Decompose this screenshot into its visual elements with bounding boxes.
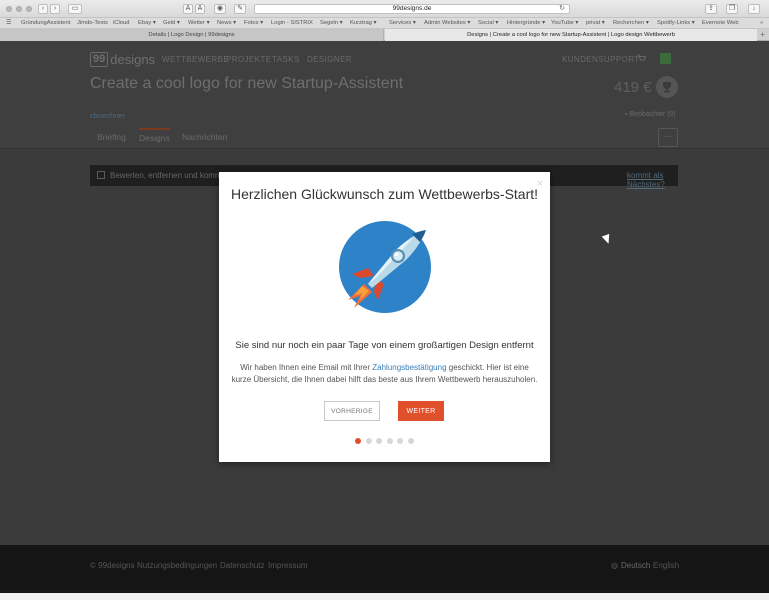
previous-button[interactable]: VORHERIGE	[324, 401, 380, 421]
tab-designs[interactable]: Designs	[139, 128, 170, 143]
next-button[interactable]: WEITER	[398, 401, 444, 421]
close-window-button[interactable]	[6, 6, 12, 12]
site-footer: © 99designs Nutzungsbedingungen Datensch…	[0, 545, 769, 593]
bookmark-item[interactable]: YouTube ▾	[551, 19, 578, 28]
browser-tab-active[interactable]: Designs | Create a cool logo for new Sta…	[385, 29, 757, 41]
site-logo[interactable]: 99 designs	[90, 51, 155, 67]
bookmark-item[interactable]: Admin Websites ▾	[424, 19, 470, 28]
window-bottom-edge	[0, 593, 769, 600]
nav-designer[interactable]: DESIGNER	[307, 55, 352, 64]
tab-briefing[interactable]: Briefing	[97, 132, 126, 142]
banner-link[interactable]: kommt als Nächstes?	[627, 171, 678, 189]
bookmarks-bar: ☰ GründungAssistent Jimdo-Tests iCloud E…	[0, 18, 769, 29]
address-bar[interactable]: 99designs.de ↻	[254, 4, 570, 14]
logo-wordmark: designs	[110, 51, 156, 67]
zoom-window-button[interactable]	[26, 6, 32, 12]
bookmark-item[interactable]: Evernote Web	[702, 19, 739, 28]
pagination-dot[interactable]	[365, 438, 372, 444]
footer-link-nutzungsbedingungen[interactable]: Nutzungsbedingungen	[137, 561, 217, 570]
language-deutsch[interactable]: Deutsch	[621, 561, 650, 570]
pagination-dot[interactable]	[386, 438, 393, 444]
text-larger-icon[interactable]: A	[195, 4, 205, 14]
bookmark-item[interactable]: Services ▾	[389, 19, 416, 28]
bookmark-item[interactable]: Kurztrag ▾	[350, 19, 376, 28]
rocket-icon	[339, 221, 431, 313]
new-tab-icon[interactable]: +	[760, 29, 765, 41]
logo-mark: 99	[90, 51, 109, 67]
nav-wettbewerbe[interactable]: WETTBEWERBE	[162, 55, 229, 64]
banner-text: Bewerten, entfernen und komm	[110, 171, 222, 180]
bookmark-item[interactable]: Hintergründe ▾	[507, 19, 545, 28]
contest-tabs: Briefing Designs Nachrichten	[0, 127, 769, 149]
reload-icon[interactable]: ↻	[559, 5, 565, 13]
page-title: Create a cool logo for new Startup-Assis…	[90, 75, 404, 92]
bookmark-item[interactable]: GründungAssistent	[21, 19, 70, 28]
reader-icon[interactable]: ◉	[214, 4, 226, 14]
browser-toolbar: ‹ › ▭ A A ◉ ✎ 99designs.de ↻ ⇪ ❐ ↓	[0, 0, 769, 18]
nav-tasks[interactable]: TASKS	[272, 55, 300, 64]
pagination-dot[interactable]	[376, 438, 382, 444]
payment-confirmation-link[interactable]: Zahlungsbestätigung	[372, 363, 446, 372]
browser-chrome: ‹ › ▭ A A ◉ ✎ 99designs.de ↻ ⇪ ❐ ↓ ☰ Grü…	[0, 0, 769, 41]
contest-price: 419 €	[614, 79, 652, 96]
globe-icon: ◍	[611, 561, 618, 570]
bookmark-item[interactable]: Jimdo-Tests	[77, 19, 108, 28]
briefcase-icon: ▪	[625, 111, 628, 118]
bookmark-item[interactable]: Spotify-Links ▾	[657, 19, 695, 28]
share-icon[interactable]: ⇪	[705, 4, 717, 14]
more-options-button[interactable]: ···	[658, 128, 678, 147]
site-header: 99 designs WETTBEWERBE PROJEKTE TASKS DE…	[0, 41, 769, 149]
browser-tabs: Details | Logo Design | 99designs Design…	[0, 29, 769, 41]
footer-copyright: © 99designs	[90, 561, 135, 570]
pagination-dot[interactable]	[355, 438, 361, 444]
bookmark-item[interactable]: News ▾	[217, 19, 236, 28]
bookmark-item[interactable]: privat ▾	[586, 19, 605, 28]
back-icon[interactable]: ‹	[38, 4, 48, 14]
bookmarks-overflow-icon[interactable]: »	[760, 19, 763, 28]
browser-tab[interactable]: Details | Logo Design | 99designs	[0, 29, 384, 41]
bookmark-item[interactable]: Recherchen ▾	[613, 19, 649, 28]
forward-icon[interactable]: ›	[50, 4, 60, 14]
modal-body-text: Wir haben Ihnen eine Email mit Ihrer	[240, 363, 373, 372]
language-english[interactable]: English	[653, 561, 679, 570]
modal-body: Wir haben Ihnen eine Email mit Ihrer Zah…	[231, 362, 538, 386]
pagination-dot[interactable]	[407, 438, 414, 444]
nav-projekte[interactable]: PROJEKTE	[226, 55, 271, 64]
bookmark-item[interactable]: iCloud	[113, 19, 129, 28]
bookmark-item[interactable]: Fotos ▾	[244, 19, 263, 28]
bookmark-item[interactable]: Login - SISTRIX	[271, 19, 313, 28]
trophy-icon	[656, 76, 678, 98]
footer-link-impressum[interactable]: Impressum	[268, 561, 308, 570]
bookmark-item[interactable]: Social ▾	[478, 19, 498, 28]
onboarding-modal: × Herzlichen Glückwunsch zum Wettbewerbs…	[219, 172, 550, 462]
checklist-icon	[97, 171, 105, 179]
footer-link-datenschutz[interactable]: Datenschutz	[220, 561, 264, 570]
modal-subtitle: Sie sind nur noch ein paar Tage von eine…	[235, 340, 534, 351]
downloads-icon[interactable]: ↓	[748, 4, 760, 14]
watchers-label: Beobachter (0)	[629, 111, 676, 118]
modal-title: Herzlichen Glückwunsch zum Wettbewerbs-S…	[230, 186, 539, 202]
bookmark-item[interactable]: Ebay ▾	[138, 19, 156, 28]
sidebar-icon[interactable]: ▭	[68, 4, 82, 14]
nav-kundensupport[interactable]: KUNDENSUPPORT	[562, 55, 640, 64]
tab-nachrichten[interactable]: Nachrichten	[182, 132, 227, 142]
reading-list-icon[interactable]: ☰	[6, 19, 11, 28]
cart-icon[interactable]	[636, 53, 646, 63]
address-url: 99designs.de	[392, 5, 432, 12]
avatar[interactable]	[660, 53, 671, 64]
minimize-window-button[interactable]	[16, 6, 22, 12]
tabs-overview-icon[interactable]: ❐	[726, 4, 738, 14]
pagination-dot[interactable]	[397, 438, 403, 444]
extension-icon[interactable]: ✎	[234, 4, 246, 14]
contest-owner[interactable]: cbuechner	[90, 111, 125, 120]
bookmark-item[interactable]: Geld ▾	[163, 19, 180, 28]
text-smaller-icon[interactable]: A	[183, 4, 193, 14]
bookmark-item[interactable]: Segeln ▾	[320, 19, 343, 28]
watchers-count[interactable]: ▪ Beobachter (0)	[625, 111, 676, 118]
bookmark-item[interactable]: Wetter ▾	[188, 19, 210, 28]
